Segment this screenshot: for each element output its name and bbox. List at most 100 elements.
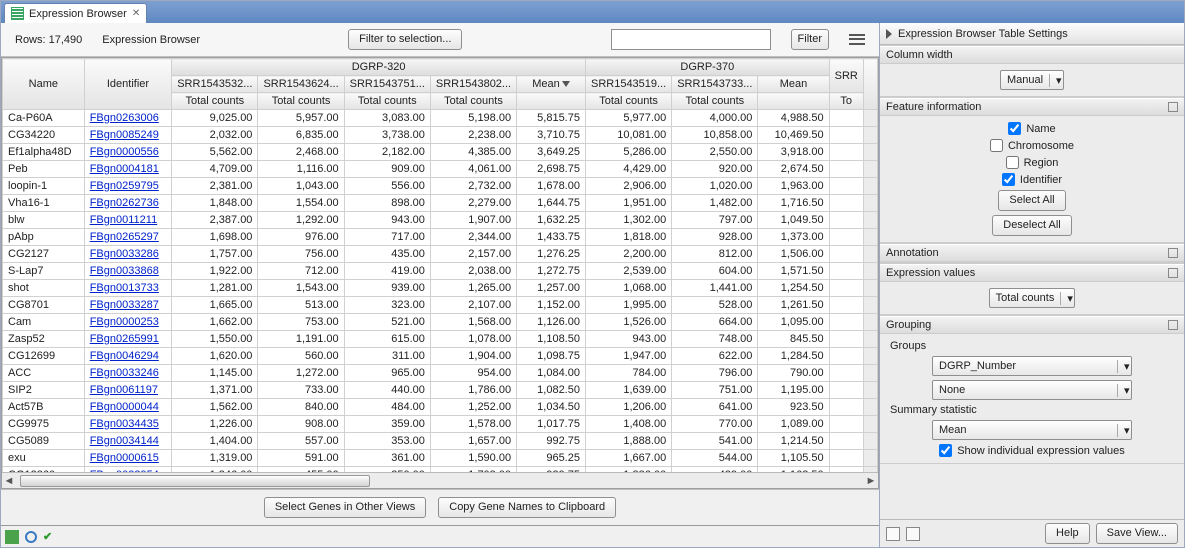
cell-identifier[interactable]: FBgn0263006 [84, 110, 172, 127]
table-row[interactable]: Vha16-1 FBgn02627361,848.001,554.00898.0… [3, 195, 878, 212]
cell-value[interactable]: 1,265.00 [430, 280, 516, 297]
cell-name[interactable]: Cam [3, 314, 85, 331]
cell-name[interactable]: CG9975 [3, 416, 85, 433]
scroll-gutter[interactable] [863, 433, 877, 450]
col-identifier[interactable]: Identifier [84, 59, 172, 110]
cell-value[interactable]: 1,195.00 [758, 382, 829, 399]
cell-value[interactable]: 2,539.00 [585, 263, 671, 280]
cell-value[interactable]: 712.00 [258, 263, 344, 280]
cell-value[interactable] [829, 399, 863, 416]
tool-icon[interactable] [886, 527, 900, 541]
cell-value[interactable]: 1,404.00 [172, 433, 258, 450]
cell-value[interactable]: 1,078.00 [430, 331, 516, 348]
cell-value[interactable]: 1,571.50 [758, 263, 829, 280]
identifier-link[interactable]: FBgn0262736 [90, 197, 159, 209]
cell-value[interactable]: 1,116.00 [258, 161, 344, 178]
cell-value[interactable]: 1,108.50 [517, 331, 586, 348]
cell-value[interactable]: 1,888.00 [585, 433, 671, 450]
cell-value[interactable]: 1,082.50 [517, 382, 586, 399]
cell-value[interactable]: 1,947.00 [585, 348, 671, 365]
cell-value[interactable]: 1,272.75 [517, 263, 586, 280]
cell-name[interactable]: Act57B [3, 399, 85, 416]
cell-identifier[interactable]: FBgn0000044 [84, 399, 172, 416]
filter-button[interactable]: Filter [791, 29, 829, 50]
cell-value[interactable]: 965.00 [344, 365, 430, 382]
table-row[interactable]: Ca-P60A FBgn02630069,025.005,957.003,083… [3, 110, 878, 127]
cell-value[interactable]: 1,276.25 [517, 246, 586, 263]
filter-to-selection-button[interactable]: Filter to selection... [348, 29, 462, 50]
identifier-link[interactable]: FBgn0265297 [90, 231, 159, 243]
cell-value[interactable]: 560.00 [258, 348, 344, 365]
tool-icon[interactable] [906, 527, 920, 541]
show-individual-checkbox[interactable]: Show individual expression values [939, 444, 1125, 457]
cell-value[interactable]: 1,257.00 [517, 280, 586, 297]
cell-value[interactable]: 1,620.00 [172, 348, 258, 365]
cell-value[interactable]: 976.00 [258, 229, 344, 246]
scroll-gutter[interactable] [863, 280, 877, 297]
cell-value[interactable] [829, 161, 863, 178]
table-row[interactable]: CG8701 FBgn00332871,665.00513.00323.002,… [3, 297, 878, 314]
cell-value[interactable]: 1,152.00 [517, 297, 586, 314]
cell-value[interactable]: 10,469.50 [758, 127, 829, 144]
cell-identifier[interactable]: FBgn0011211 [84, 212, 172, 229]
select-genes-button[interactable]: Select Genes in Other Views [264, 497, 426, 518]
cell-value[interactable]: 5,957.00 [258, 110, 344, 127]
scroll-gutter[interactable] [863, 365, 877, 382]
cell-value[interactable]: 1,126.00 [517, 314, 586, 331]
cell-value[interactable]: 1,191.00 [258, 331, 344, 348]
table-row[interactable]: Peb FBgn00041814,709.001,116.00909.004,0… [3, 161, 878, 178]
column-width-select[interactable]: Manual▾ [1000, 70, 1064, 90]
cell-identifier[interactable]: FBgn0033286 [84, 246, 172, 263]
cell-value[interactable]: 1,034.50 [517, 399, 586, 416]
identifier-link[interactable]: FBgn0000556 [90, 146, 159, 158]
cell-value[interactable]: 1,319.00 [172, 450, 258, 467]
scroll-gutter[interactable] [863, 127, 877, 144]
cell-value[interactable]: 311.00 [344, 348, 430, 365]
identifier-link[interactable]: FBgn0000044 [90, 401, 159, 413]
identifier-link[interactable]: FBgn0034144 [90, 435, 159, 447]
cell-value[interactable]: 965.25 [517, 450, 586, 467]
cell-value[interactable]: 622.00 [672, 348, 758, 365]
cell-value[interactable] [829, 110, 863, 127]
vertical-scrollbar[interactable] [863, 59, 877, 110]
table-row[interactable]: exu FBgn00006151,319.00591.00361.001,590… [3, 450, 878, 467]
cell-identifier[interactable]: FBgn0033287 [84, 297, 172, 314]
cell-value[interactable]: 908.00 [258, 416, 344, 433]
col-header[interactable]: SRR1543519... [585, 76, 671, 93]
cell-value[interactable]: 1,261.50 [758, 297, 829, 314]
cell-value[interactable] [829, 297, 863, 314]
sub-header[interactable]: Total counts [585, 93, 671, 110]
sub-header[interactable] [517, 93, 586, 110]
cell-identifier[interactable]: FBgn0262736 [84, 195, 172, 212]
cell-value[interactable]: 1,818.00 [585, 229, 671, 246]
col-header[interactable]: SRR1543532... [172, 76, 258, 93]
cell-value[interactable]: 1,786.00 [430, 382, 516, 399]
scroll-gutter[interactable] [863, 246, 877, 263]
table-row[interactable]: ACC FBgn00332461,145.001,272.00965.00954… [3, 365, 878, 382]
cell-name[interactable]: S-Lap7 [3, 263, 85, 280]
collapse-icon[interactable] [1168, 248, 1178, 258]
deselect-all-button[interactable]: Deselect All [992, 215, 1071, 236]
cell-value[interactable] [829, 450, 863, 467]
cell-value[interactable]: 2,279.00 [430, 195, 516, 212]
scroll-gutter[interactable] [863, 229, 877, 246]
cell-value[interactable]: 1,020.00 [672, 178, 758, 195]
cell-value[interactable]: 1,562.00 [172, 399, 258, 416]
cell-value[interactable]: 1,252.00 [430, 399, 516, 416]
cell-value[interactable]: 909.00 [344, 161, 430, 178]
scroll-gutter[interactable] [863, 144, 877, 161]
help-button[interactable]: Help [1045, 523, 1090, 544]
table-row[interactable]: CG9975 FBgn00344351,226.00908.00359.001,… [3, 416, 878, 433]
cell-value[interactable]: 604.00 [672, 263, 758, 280]
cell-name[interactable]: CG2127 [3, 246, 85, 263]
cell-value[interactable]: 2,732.00 [430, 178, 516, 195]
cell-name[interactable]: CG8701 [3, 297, 85, 314]
cell-value[interactable]: 756.00 [258, 246, 344, 263]
cell-value[interactable]: 2,468.00 [258, 144, 344, 161]
cell-value[interactable]: 2,038.00 [430, 263, 516, 280]
cell-value[interactable]: 641.00 [672, 399, 758, 416]
identifier-link[interactable]: FBgn0046294 [90, 350, 159, 362]
cell-value[interactable]: 790.00 [758, 365, 829, 382]
identifier-link[interactable]: FBgn0013733 [90, 282, 159, 294]
col-name[interactable]: Name [3, 59, 85, 110]
